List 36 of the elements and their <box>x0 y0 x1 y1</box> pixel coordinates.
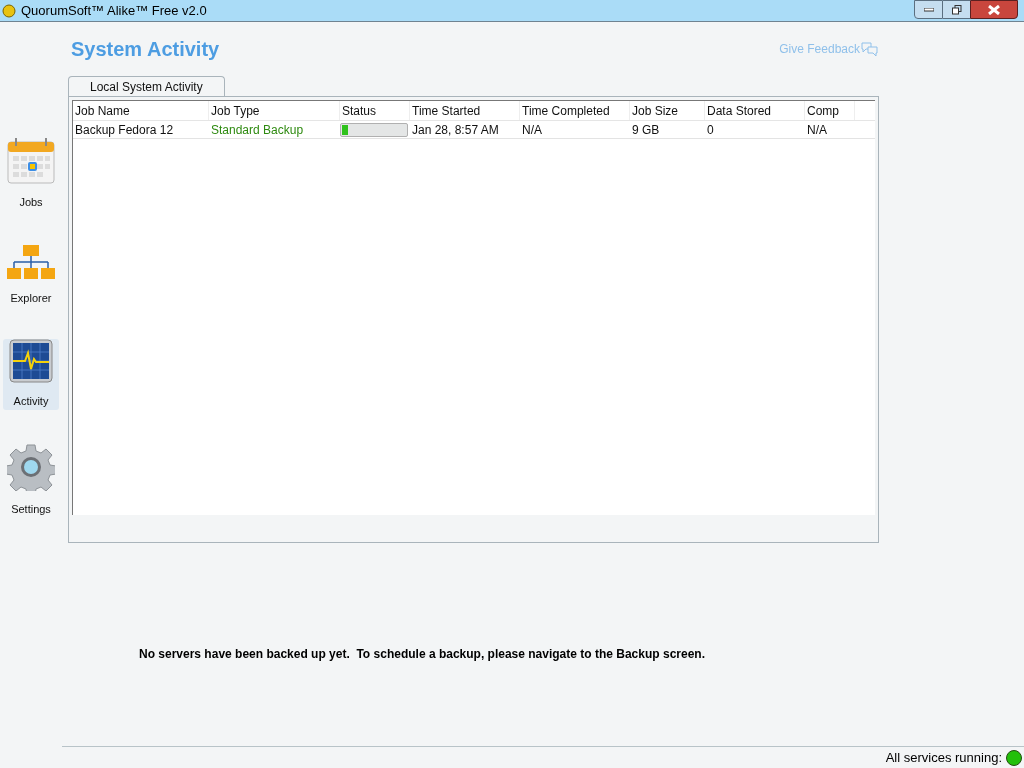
app-logo-icon <box>2 3 16 18</box>
minimize-button[interactable] <box>914 0 943 19</box>
table-cell-text: Standard Backup <box>210 121 305 138</box>
sidebar-item[interactable]: Activity <box>3 339 59 410</box>
sidebar-item[interactable]: Explorer <box>3 243 59 306</box>
sidebar-item[interactable]: Settings <box>3 442 59 517</box>
column-header[interactable]: Job Size <box>630 101 705 120</box>
settings-icon <box>7 442 55 491</box>
close-icon <box>988 4 1000 15</box>
column-header[interactable]: Job Name <box>73 101 209 120</box>
column-header[interactable]: Comp <box>805 101 855 120</box>
table-cell-text: Backup Fedora 12 <box>74 121 175 138</box>
status-message: No servers have been backed up yet. To schedule a backup, please navigate to the Backup screen. <box>139 645 705 663</box>
window-title: QuorumSoft™ Alike™ Free v2.0 <box>21 1 207 20</box>
minimize-icon <box>923 7 934 12</box>
column-header[interactable]: Status <box>340 101 410 120</box>
sidebar-item[interactable]: Jobs <box>3 138 59 211</box>
close-button[interactable] <box>970 0 1018 19</box>
folder-tree-icon <box>6 243 56 280</box>
restore-icon <box>951 4 962 15</box>
table-cell-text: 9 GB <box>631 121 661 138</box>
column-header[interactable]: Job Type <box>209 101 340 120</box>
table-cell-text: 0 <box>706 121 715 138</box>
tab[interactable]: Local System Activity <box>68 76 225 96</box>
page-title: System Activity <box>71 37 220 62</box>
restore-button[interactable] <box>943 0 970 19</box>
column-header[interactable]: Time Completed <box>520 101 630 120</box>
speech-bubbles-icon <box>861 41 878 57</box>
table-cell-text: Jan 28, 8:57 AM <box>411 121 500 138</box>
column-header[interactable]: Time Started <box>410 101 520 120</box>
table-cell-text: N/A <box>806 121 828 138</box>
column-header[interactable]: Data Stored <box>705 101 805 120</box>
heartbeat-monitor-icon <box>9 339 53 383</box>
calendar-icon <box>7 138 55 184</box>
status-text: All services running: <box>885 748 1002 767</box>
table-cell-text: N/A <box>521 121 543 138</box>
